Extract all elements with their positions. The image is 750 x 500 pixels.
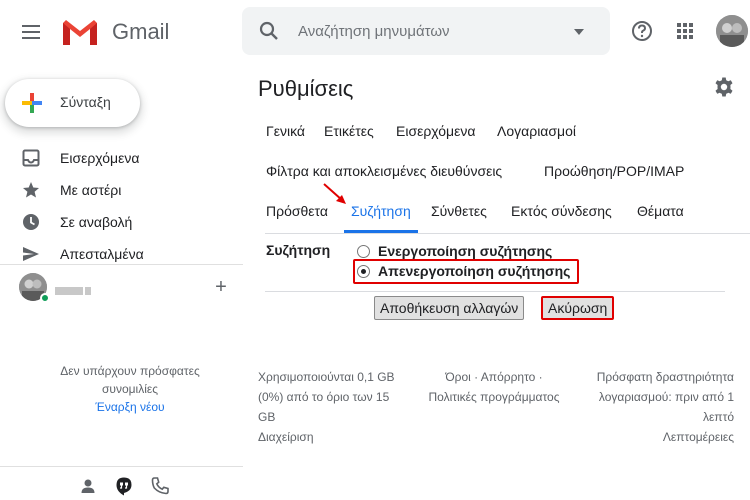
sidebar-divider: [0, 264, 243, 265]
inbox-icon: [22, 149, 40, 167]
sidebar-item-starred[interactable]: Με αστέρι: [0, 174, 243, 206]
clock-icon: [22, 213, 40, 231]
terms-privacy-links[interactable]: Όροι · Απόρρητο ·: [419, 367, 569, 387]
sidebar-item-label: Εισερχόμενα: [60, 150, 140, 166]
storage-line: Χρησιμοποιούνται 0,1 GB: [258, 370, 395, 384]
gear-icon[interactable]: [713, 76, 735, 98]
search-options-caret-icon[interactable]: [573, 25, 585, 37]
apps-grid-icon[interactable]: [676, 22, 694, 40]
policy-links: Όροι · Απόρρητο · Πολιτικές προγράμματος: [419, 367, 569, 407]
bottom-divider: [0, 466, 243, 467]
sidebar-item-snoozed[interactable]: Σε αναβολή: [0, 206, 243, 238]
annotation-highlight-box: [353, 259, 579, 284]
start-new-conversation-link[interactable]: Έναρξη νέου: [25, 400, 235, 414]
tab-advanced[interactable]: Σύνθετες: [431, 203, 487, 219]
top-bar: Gmail: [0, 0, 750, 64]
hangouts-empty-message: Δεν υπάρχουν πρόσφατες συνομιλίες: [25, 362, 235, 398]
tab-themes[interactable]: Θέματα: [637, 203, 684, 219]
gmail-logo-icon[interactable]: [61, 17, 99, 47]
save-changes-button[interactable]: Αποθήκευση αλλαγών: [374, 296, 525, 320]
storage-line: (0%) από το όριο των 15: [258, 390, 390, 404]
sidebar-item-label: Απεσταλμένα: [60, 246, 144, 262]
tab-accounts[interactable]: Λογαριασμοί: [497, 123, 576, 139]
tab-divider: [265, 233, 750, 234]
star-icon: [22, 181, 40, 199]
hangouts-chat-icon[interactable]: [114, 476, 134, 496]
activity-details-link[interactable]: Λεπτομέρειες: [578, 427, 734, 447]
contacts-person-icon[interactable]: [78, 476, 98, 496]
compose-label: Σύνταξη: [60, 94, 111, 110]
form-divider: [265, 291, 725, 292]
main-menu-icon[interactable]: [18, 19, 46, 45]
manage-storage-link[interactable]: Διαχείριση: [258, 427, 408, 447]
tab-filters[interactable]: Φίλτρα και αποκλεισμένες διευθύνσεις: [266, 163, 502, 179]
phone-call-icon[interactable]: [150, 476, 170, 496]
search-bar: [242, 7, 610, 55]
help-icon[interactable]: [631, 20, 653, 42]
sidebar: Σύνταξη Εισερχόμενα Με αστέρι Σε αναβολή…: [0, 64, 243, 500]
cancel-button[interactable]: Ακύρωση: [541, 296, 615, 320]
tab-offline[interactable]: Εκτός σύνδεσης: [511, 203, 612, 219]
hangouts-bottom-bar: [78, 472, 178, 500]
sidebar-item-sent[interactable]: Απεσταλμένα: [0, 238, 243, 270]
sidebar-item-inbox[interactable]: Εισερχόμενα: [0, 142, 243, 174]
sidebar-item-label: Με αστέρι: [60, 182, 122, 198]
compose-button[interactable]: Σύνταξη: [5, 79, 140, 127]
storage-info: Χρησιμοποιούνται 0,1 GB (0%) από το όριο…: [258, 367, 408, 447]
tab-inbox[interactable]: Εισερχόμενα: [396, 123, 475, 139]
compose-plus-icon: [20, 91, 44, 115]
annotation-arrow-icon: [321, 180, 351, 210]
app-name: Gmail: [112, 19, 170, 44]
radio-conversation-on[interactable]: [357, 245, 370, 258]
account-activity: Πρόσφατη δραστηριότητα λογαριασμού: πριν…: [578, 367, 734, 447]
account-avatar[interactable]: [716, 15, 748, 47]
tab-general[interactable]: Γενικά: [266, 123, 305, 139]
activity-line: Πρόσφατη δραστηριότητα: [596, 370, 734, 384]
online-status-indicator: [40, 293, 50, 303]
sidebar-item-label: Σε αναβολή: [60, 214, 133, 230]
add-conversation-icon[interactable]: +: [211, 277, 231, 297]
tab-conversation[interactable]: Συζήτηση: [351, 203, 411, 219]
conversation-setting-label: Συζήτηση: [266, 242, 331, 258]
tab-addons[interactable]: Πρόσθετα: [266, 203, 328, 219]
tab-forwarding-pop-imap[interactable]: Προώθηση/POP/IMAP: [544, 163, 684, 179]
send-icon: [22, 245, 40, 263]
activity-line: λογαριασμού: πριν από 1: [598, 390, 734, 404]
page-title: Ρυθμίσεις: [258, 76, 354, 101]
search-input[interactable]: [298, 19, 548, 43]
search-icon[interactable]: [258, 20, 280, 42]
hangouts-empty-line: συνομιλίες: [101, 382, 159, 396]
hangouts-empty-line: Δεν υπάρχουν πρόσφατες: [60, 364, 200, 378]
program-policies-link[interactable]: Πολιτικές προγράμματος: [419, 387, 569, 407]
settings-panel: Ρυθμίσεις Γενικά Ετικέτες Εισερχόμενα Λο…: [243, 64, 750, 500]
tab-labels[interactable]: Ετικέτες: [324, 123, 374, 139]
hangouts-user-name-blurred: [55, 282, 95, 295]
activity-line: λεπτό: [702, 410, 734, 424]
radio-label: Ενεργοποίηση συζήτησης: [378, 243, 553, 259]
storage-line: GB: [258, 410, 276, 424]
